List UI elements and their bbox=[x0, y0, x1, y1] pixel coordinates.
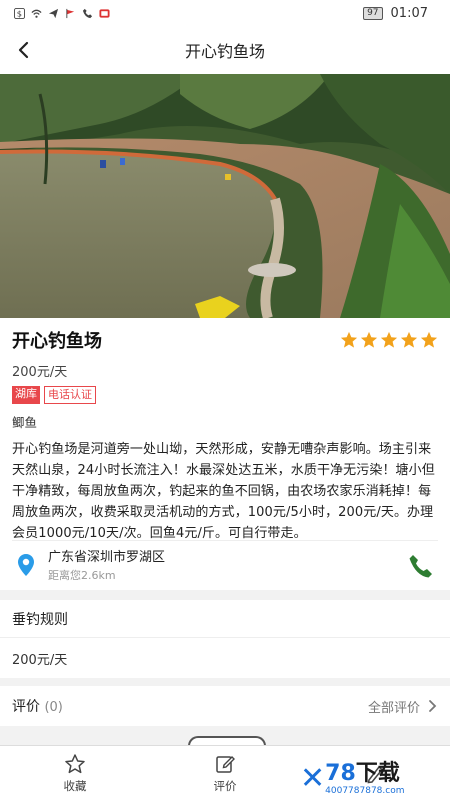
rating-stars bbox=[340, 331, 438, 349]
svg-text:$: $ bbox=[17, 8, 22, 18]
tag-phone-verified: 电话认证 bbox=[44, 386, 96, 404]
phone-status-icon bbox=[82, 8, 93, 18]
phone-call-icon[interactable] bbox=[408, 553, 434, 579]
page-title: 开心钓鱼场 bbox=[184, 42, 265, 61]
watermark-number: 78 bbox=[325, 760, 356, 786]
spot-distance: 距离您2.6km bbox=[48, 569, 116, 582]
watermark-url: 4007787878.com bbox=[325, 785, 405, 796]
comment-button[interactable]: 评价 bbox=[150, 746, 300, 800]
favorite-button[interactable]: 收藏 bbox=[0, 746, 150, 800]
reviews-count: (0) bbox=[44, 700, 63, 715]
all-reviews-label: 全部评价 bbox=[367, 700, 420, 716]
edit-icon bbox=[216, 756, 235, 773]
status-right: 97 01:07 bbox=[363, 6, 428, 21]
battery-indicator: 97 bbox=[363, 6, 383, 20]
star-icon bbox=[420, 331, 438, 348]
watermark-text: 78下载 4007787878.com bbox=[325, 760, 405, 796]
favorite-label: 收藏 bbox=[63, 779, 87, 793]
site-watermark: ✕ 78下载 4007787878.com bbox=[300, 758, 450, 800]
header: 开心钓鱼场 bbox=[0, 26, 450, 74]
watermark-logo-icon: ✕ bbox=[300, 761, 326, 796]
spot-name: 开心钓鱼场 bbox=[12, 331, 102, 352]
spot-price: 200元/天 bbox=[12, 365, 68, 380]
title-row: 开心钓鱼场 bbox=[12, 320, 438, 360]
spot-description: 开心钓鱼场是河道旁一处山坳，天然形成，安静无嘈杂声影响。场主引来天然山泉，24小… bbox=[12, 442, 435, 541]
reviews-label: 评价 bbox=[12, 699, 40, 715]
location-text: 广东省深圳市罗湖区 距离您2.6km bbox=[48, 546, 165, 583]
reviews-label-group: 评价 (0) bbox=[12, 696, 63, 716]
fishing-rules-heading: 垂钓规则 bbox=[0, 600, 450, 638]
flag-icon bbox=[66, 8, 75, 18]
reviews-row[interactable]: 评价 (0) 全部评价 bbox=[0, 686, 450, 726]
star-icon bbox=[400, 331, 418, 348]
star-outline-icon bbox=[65, 754, 85, 774]
all-reviews-link[interactable]: 全部评价 bbox=[368, 697, 438, 716]
chevron-right-icon bbox=[429, 700, 437, 712]
watermark-main: 78下载 bbox=[325, 760, 404, 786]
fishing-spot-photo[interactable] bbox=[0, 74, 450, 318]
money-notification-icon: $ bbox=[14, 7, 25, 19]
star-icon bbox=[340, 331, 358, 348]
location-pin-icon bbox=[18, 553, 34, 576]
fishing-rules-value: 200元/天 bbox=[0, 638, 450, 678]
comment-label: 评价 bbox=[213, 779, 237, 793]
status-bar: $ 97 01:07 bbox=[0, 0, 450, 26]
status-icons: $ bbox=[14, 7, 110, 19]
pond-landscape-illustration bbox=[0, 74, 450, 318]
fish-species: 鲫鱼 bbox=[12, 415, 38, 430]
star-icon bbox=[360, 331, 378, 348]
tv-icon bbox=[99, 8, 110, 18]
clock: 01:07 bbox=[390, 5, 428, 21]
tag-lake: 湖库 bbox=[12, 386, 40, 404]
wifi-icon bbox=[31, 9, 42, 18]
watermark-word: 下载 bbox=[355, 760, 400, 786]
spot-tags: 湖库 电话认证 bbox=[12, 386, 438, 404]
location-row[interactable]: 广东省深圳市罗湖区 距离您2.6km bbox=[12, 540, 438, 588]
spot-info-card: 开心钓鱼场 200元/天 湖库 电话认证 鲫鱼 开心钓鱼场是河道旁一处山坳，天然… bbox=[0, 318, 450, 590]
spot-address: 广东省深圳市罗湖区 bbox=[48, 550, 166, 565]
telegram-icon bbox=[48, 8, 59, 18]
star-icon bbox=[380, 331, 398, 348]
back-arrow-icon[interactable] bbox=[12, 38, 36, 62]
